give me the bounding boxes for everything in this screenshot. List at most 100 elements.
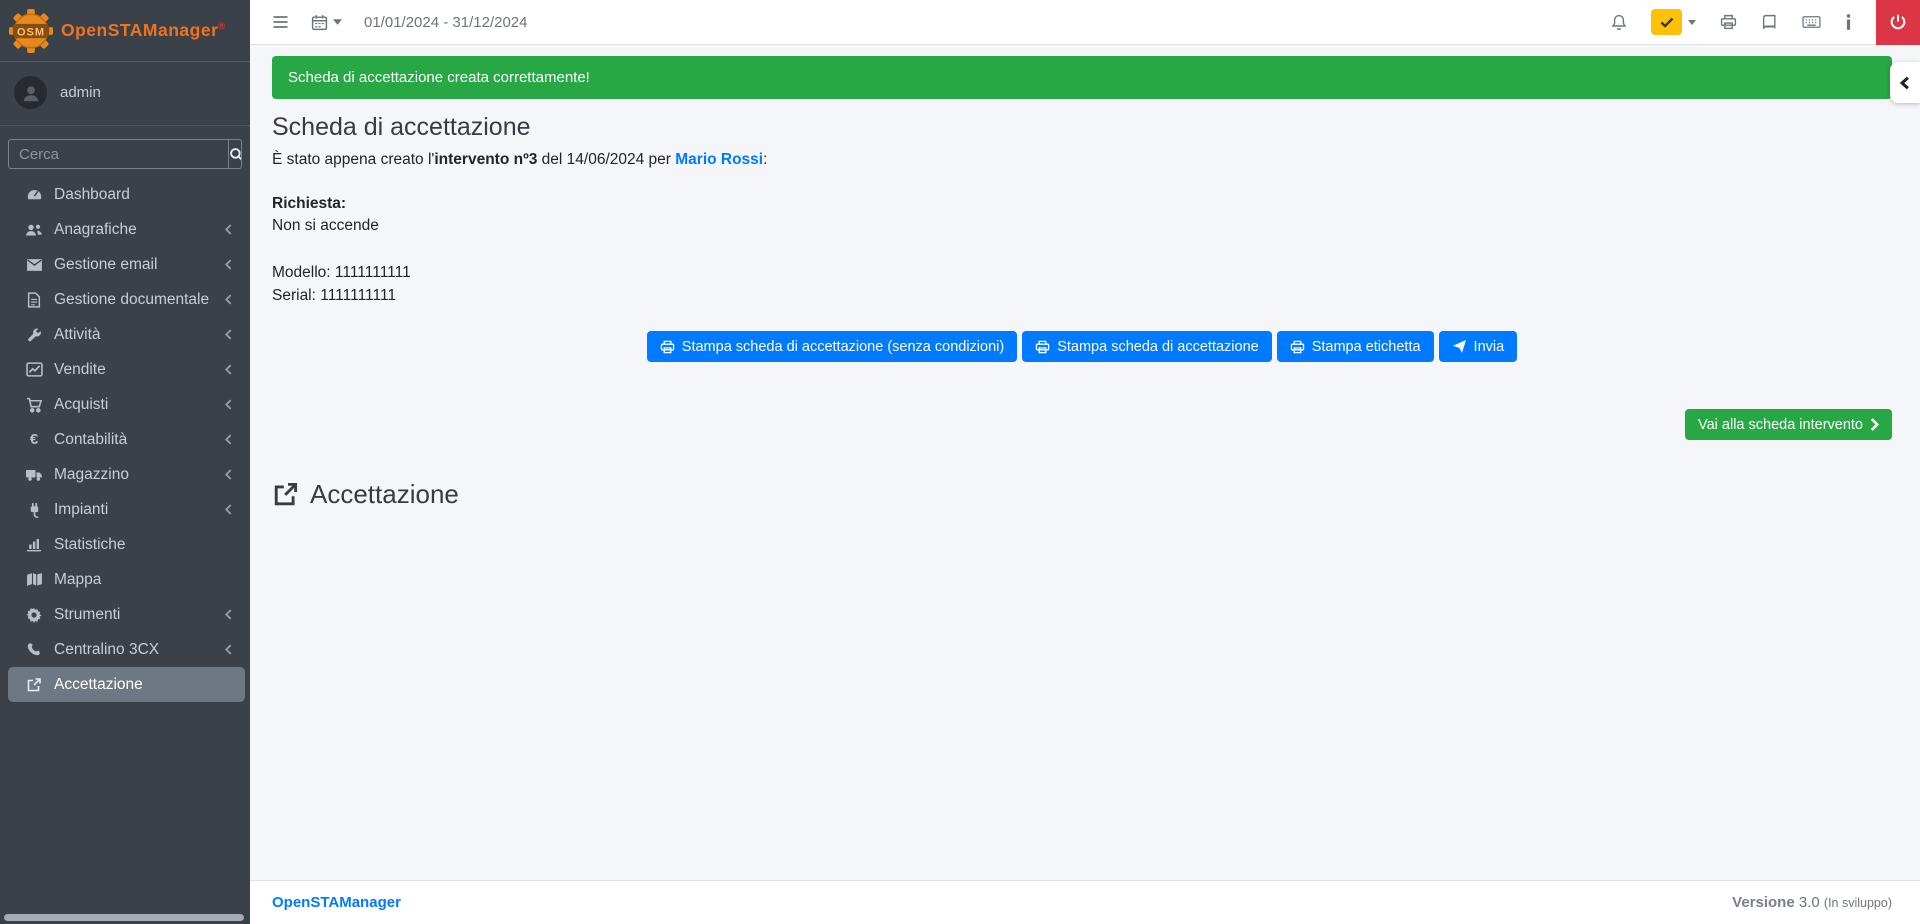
intervento-number: intervento nº3 — [434, 151, 537, 168]
brand-logo[interactable]: OSM OpenSTAManager® — [0, 0, 250, 62]
sidebar-item-anagrafiche[interactable]: Anagrafiche — [8, 212, 245, 247]
brand-title: OpenSTAManager® — [61, 20, 226, 41]
chevron-right-icon — [1870, 418, 1879, 431]
gear-icon — [23, 607, 45, 623]
chevron-left-icon — [224, 364, 233, 375]
power-button[interactable] — [1876, 0, 1920, 45]
footer-brand-link[interactable]: OpenSTAManager — [272, 894, 401, 911]
customer-link[interactable]: Mario Rossi — [675, 151, 763, 168]
avatar[interactable] — [14, 76, 47, 109]
search-icon — [229, 147, 242, 162]
sidebar-item-vendite[interactable]: Vendite — [8, 352, 245, 387]
chevron-left-icon — [224, 609, 233, 620]
osm-gear-logo-icon: OSM — [8, 8, 54, 54]
calendar-icon — [311, 14, 328, 31]
document-icon — [23, 292, 45, 308]
print-button[interactable]: Stampa scheda di accettazione — [1022, 331, 1272, 362]
plug-icon — [23, 502, 45, 518]
calendar-dropdown[interactable] — [311, 14, 342, 31]
device-info: Modello: 1111111111 Serial: 1111111111 — [272, 261, 1892, 307]
section-header: Accettazione — [272, 479, 1892, 510]
registered-mark: ® — [218, 21, 225, 31]
collapse-panel-button[interactable] — [1890, 62, 1920, 103]
print-label-button[interactable]: Stampa etichetta — [1277, 331, 1434, 362]
hamburger-icon[interactable] — [272, 15, 289, 29]
sidebar-item-attivita[interactable]: Attività — [8, 317, 245, 352]
caret-down-icon — [1688, 20, 1696, 25]
chevron-left-icon — [224, 259, 233, 270]
sidebar-item-dashboard[interactable]: Dashboard — [8, 177, 245, 212]
user-panel: admin — [0, 62, 250, 126]
sidebar-horizontal-scrollbar[interactable] — [4, 914, 244, 921]
request-label: Richiesta: — [272, 195, 1892, 213]
footer: OpenSTAManager Versione 3.0 (In sviluppo… — [250, 880, 1920, 924]
keyboard-icon[interactable] — [1802, 15, 1821, 29]
sidebar-item-gestione-documentale[interactable]: Gestione documentale — [8, 282, 245, 317]
search-input[interactable] — [9, 140, 228, 168]
euro-icon: € — [23, 431, 45, 448]
chart-line-icon — [23, 362, 45, 377]
print-no-conditions-button[interactable]: Stampa scheda di accettazione (senza con… — [647, 331, 1017, 362]
check-icon[interactable] — [1651, 9, 1682, 35]
sidebar-item-impianti[interactable]: Impianti — [8, 492, 245, 527]
date-range-filter[interactable]: 01/01/2024 - 31/12/2024 — [364, 14, 527, 31]
search-button[interactable] — [228, 140, 242, 168]
chevron-left-icon — [224, 224, 233, 235]
go-to-intervento-button[interactable]: Vai alla scheda intervento — [1685, 409, 1892, 440]
app-window: OSM OpenSTAManager® admin — [0, 0, 1920, 924]
sidebar-item-contabilita[interactable]: € Contabilità — [8, 422, 245, 457]
version-info: Versione 3.0 (In sviluppo) — [1732, 894, 1892, 911]
main-content: Scheda di accettazione creata correttame… — [250, 45, 1920, 880]
truck-icon — [23, 467, 45, 482]
intro-paragraph: È stato appena creato l'intervento nº3 d… — [272, 151, 1892, 169]
model-line: Modello: 1111111111 — [272, 261, 1892, 284]
chevron-left-icon — [224, 469, 233, 480]
power-icon — [1889, 13, 1907, 31]
chevron-left-icon — [224, 644, 233, 655]
request-value: Non si accende — [272, 215, 1892, 237]
page-title: Scheda di accettazione — [272, 113, 1892, 142]
book-icon[interactable] — [1761, 14, 1778, 30]
chevron-left-icon — [224, 329, 233, 340]
sidebar-item-mappa[interactable]: Mappa — [8, 562, 245, 597]
users-icon — [23, 222, 45, 238]
osm-badge-text: OSM — [17, 26, 45, 38]
action-buttons-row: Stampa scheda di accettazione (senza con… — [272, 331, 1892, 362]
sidebar-item-magazzino[interactable]: Magazzino — [8, 457, 245, 492]
send-button[interactable]: Invia — [1439, 331, 1518, 362]
go-button-row: Vai alla scheda intervento — [272, 409, 1892, 440]
chevron-left-icon — [224, 434, 233, 445]
serial-line: Serial: 1111111111 — [272, 284, 1892, 307]
info-icon[interactable] — [1845, 14, 1852, 30]
cart-icon — [23, 397, 45, 413]
user-silhouette-icon — [20, 82, 42, 104]
external-link-icon[interactable] — [272, 481, 299, 508]
sidebar-item-statistiche[interactable]: Statistiche — [8, 527, 245, 562]
sidebar-item-strumenti[interactable]: Strumenti — [8, 597, 245, 632]
sidebar-item-gestione-email[interactable]: Gestione email — [8, 247, 245, 282]
chevron-left-icon — [224, 504, 233, 515]
sidebar-item-accettazione[interactable]: Accettazione — [8, 667, 245, 702]
session-check-dropdown[interactable] — [1651, 9, 1696, 35]
printer-icon — [1290, 340, 1305, 354]
chevron-left-icon — [224, 294, 233, 305]
sidebar-nav: Dashboard Anagrafiche Gestione email Ges… — [0, 177, 250, 702]
topbar: 01/01/2024 - 31/12/2024 — [250, 0, 1920, 45]
bell-icon[interactable] — [1611, 14, 1627, 31]
sidebar-item-centralino-3cx[interactable]: Centralino 3CX — [8, 632, 245, 667]
printer-icon[interactable] — [1720, 14, 1737, 30]
caret-down-icon — [333, 19, 342, 25]
printer-icon — [1035, 340, 1050, 354]
wrench-icon — [23, 327, 45, 343]
paper-plane-icon — [1452, 339, 1467, 354]
user-name[interactable]: admin — [60, 84, 101, 101]
external-link-icon — [23, 677, 45, 693]
success-alert: Scheda di accettazione creata correttame… — [272, 56, 1892, 99]
section-title: Accettazione — [310, 479, 459, 510]
chevron-left-icon — [224, 399, 233, 410]
sidebar: OSM OpenSTAManager® admin — [0, 0, 250, 924]
chart-bar-icon — [23, 537, 45, 552]
chevron-left-icon — [1899, 76, 1911, 90]
sidebar-item-acquisti[interactable]: Acquisti — [8, 387, 245, 422]
sidebar-search — [8, 139, 242, 169]
